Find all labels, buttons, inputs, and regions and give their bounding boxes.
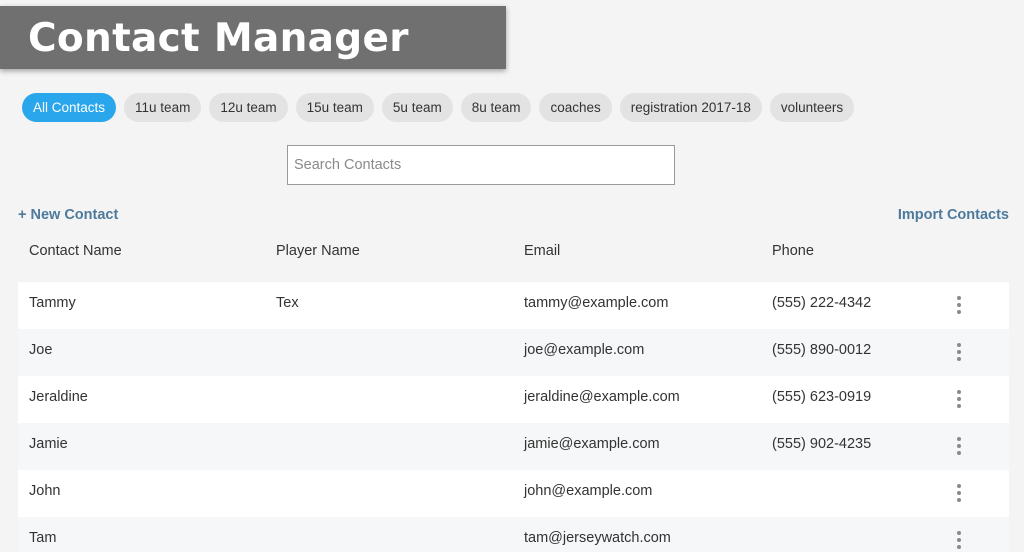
new-contact-link[interactable]: + New Contact [18, 207, 118, 223]
more-vertical-icon[interactable] [952, 294, 966, 316]
email-cell: jeraldine@example.com [524, 389, 680, 405]
email-cell: joe@example.com [524, 342, 645, 358]
table-row[interactable]: Joe joe@example.com (555) 890-0012 [18, 329, 1009, 376]
table-header: Contact Name Player Name Email Phone [18, 243, 1009, 263]
title-bar: Contact Manager [0, 6, 506, 69]
player-name-cell: Tex [276, 295, 299, 311]
search-input[interactable] [287, 145, 675, 185]
phone-cell: (555) 222-4342 [772, 295, 872, 311]
more-vertical-icon[interactable] [952, 529, 966, 551]
contact-name-cell: Jeraldine [29, 389, 88, 405]
table-row[interactable]: Tammy Tex tammy@example.com (555) 222-43… [18, 282, 1009, 329]
tag-volunteers[interactable]: volunteers [769, 93, 855, 122]
page-title: Contact Manager [28, 16, 409, 61]
tag-registration-2017-18[interactable]: registration 2017-18 [619, 93, 762, 122]
email-cell: john@example.com [524, 483, 653, 499]
more-vertical-icon[interactable] [952, 388, 966, 410]
column-header-email: Email [524, 243, 561, 259]
tag-11u-team[interactable]: 11u team [124, 93, 202, 122]
more-vertical-icon[interactable] [952, 482, 966, 504]
column-header-contact-name: Contact Name [29, 243, 122, 259]
tag-coaches[interactable]: coaches [539, 93, 612, 122]
email-cell: jamie@example.com [524, 436, 660, 452]
import-contacts-link[interactable]: Import Contacts [898, 207, 1009, 223]
tag-8u-team[interactable]: 8u team [460, 93, 532, 122]
contact-manager-page: Contact Manager All Contacts 11u team 12… [0, 0, 1024, 552]
tag-filter-bar: All Contacts 11u team 12u team 15u team … [22, 93, 855, 122]
tag-5u-team[interactable]: 5u team [381, 93, 453, 122]
phone-cell: (555) 623-0919 [772, 389, 872, 405]
column-header-player-name: Player Name [276, 243, 360, 259]
email-cell: tammy@example.com [524, 295, 669, 311]
contact-name-cell: Tammy [29, 295, 76, 311]
contact-name-cell: Joe [29, 342, 53, 358]
more-vertical-icon[interactable] [952, 341, 966, 363]
email-cell: tam@jerseywatch.com [524, 530, 671, 546]
tag-12u-team[interactable]: 12u team [209, 93, 288, 122]
tag-15u-team[interactable]: 15u team [295, 93, 374, 122]
more-vertical-icon[interactable] [952, 435, 966, 457]
contact-name-cell: John [29, 483, 61, 499]
column-header-phone: Phone [772, 243, 814, 259]
table-row[interactable]: Jamie jamie@example.com (555) 902-4235 [18, 423, 1009, 470]
contacts-table: Tammy Tex tammy@example.com (555) 222-43… [18, 282, 1009, 552]
table-row[interactable]: John john@example.com [18, 470, 1009, 517]
phone-cell: (555) 890-0012 [772, 342, 872, 358]
phone-cell: (555) 902-4235 [772, 436, 872, 452]
table-row[interactable]: Jeraldine jeraldine@example.com (555) 62… [18, 376, 1009, 423]
tag-all-contacts[interactable]: All Contacts [22, 93, 117, 122]
contact-name-cell: Tam [29, 530, 57, 546]
contact-name-cell: Jamie [29, 436, 68, 452]
table-row[interactable]: Tam tam@jerseywatch.com [18, 517, 1009, 552]
